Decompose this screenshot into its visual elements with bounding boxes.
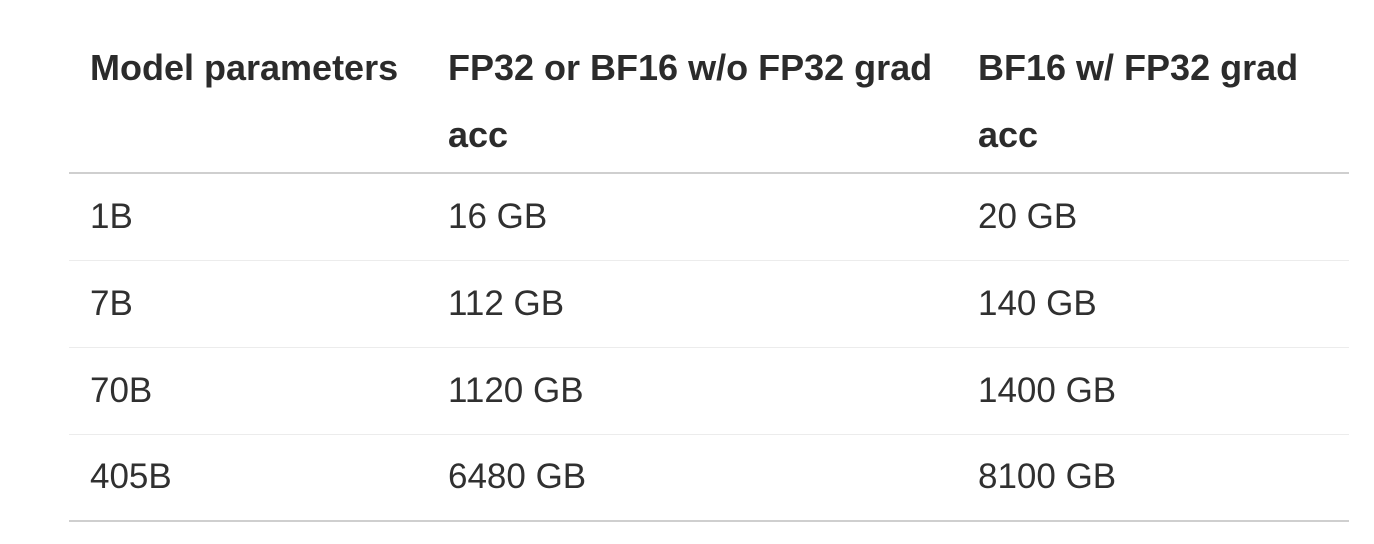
table-row: 1B 16 GB 20 GB [69, 173, 1349, 261]
table-header: Model parameters FP32 or BF16 w/o FP32 g… [69, 34, 1349, 174]
cell-model-parameters: 7B [69, 260, 427, 348]
cell-model-parameters: 70B [69, 347, 427, 435]
header-fp32-or-bf16: FP32 or BF16 w/o FP32 grad acc [427, 34, 957, 174]
memory-table-container: Model parameters FP32 or BF16 w/o FP32 g… [69, 34, 1349, 522]
cell-model-parameters: 405B [69, 434, 427, 522]
header-model-parameters: Model parameters [69, 34, 427, 174]
table-row: 70B 1120 GB 1400 GB [69, 347, 1349, 435]
cell-fp32-or-bf16: 1120 GB [427, 347, 957, 435]
table-body: 1B 16 GB 20 GB 7B 112 GB 140 GB 70B 1120… [69, 173, 1349, 522]
cell-bf16-fp32-grad-acc: 20 GB [957, 173, 1349, 261]
table-row: 7B 112 GB 140 GB [69, 260, 1349, 348]
header-bf16-fp32-grad-acc: BF16 w/ FP32 grad acc [957, 34, 1349, 174]
cell-bf16-fp32-grad-acc: 140 GB [957, 260, 1349, 348]
cell-fp32-or-bf16: 112 GB [427, 260, 957, 348]
cell-fp32-or-bf16: 6480 GB [427, 434, 957, 522]
cell-model-parameters: 1B [69, 173, 427, 261]
cell-bf16-fp32-grad-acc: 8100 GB [957, 434, 1349, 522]
cell-bf16-fp32-grad-acc: 1400 GB [957, 347, 1349, 435]
table-row: 405B 6480 GB 8100 GB [69, 434, 1349, 522]
header-row: Model parameters FP32 or BF16 w/o FP32 g… [69, 34, 1349, 174]
cell-fp32-or-bf16: 16 GB [427, 173, 957, 261]
memory-requirements-table: Model parameters FP32 or BF16 w/o FP32 g… [69, 34, 1349, 522]
